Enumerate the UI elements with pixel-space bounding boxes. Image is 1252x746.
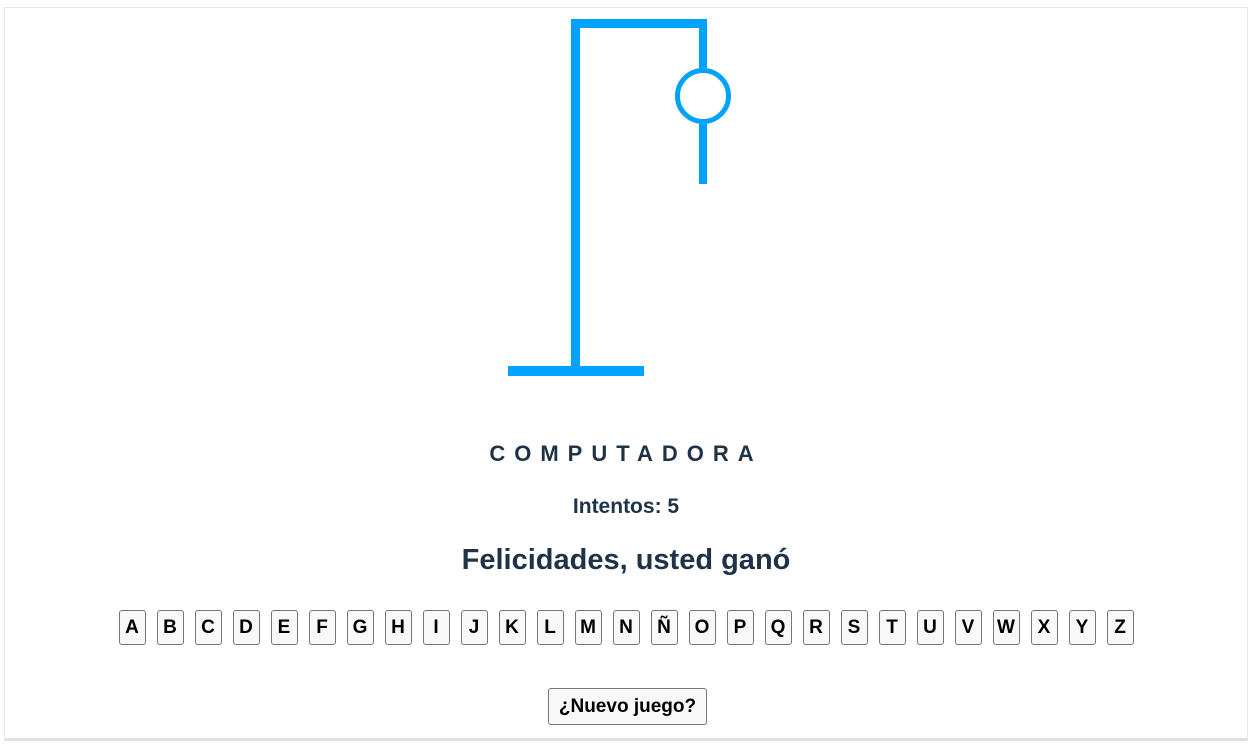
gallows-rope [699,19,707,71]
letter-button[interactable]: X [1030,610,1058,645]
hangman-head [675,68,731,124]
letter-button[interactable]: P [726,610,754,645]
attempts-value: 5 [667,495,680,518]
letter-button[interactable]: G [346,610,374,645]
letter-keyboard: ABCDEFGHIJKLMNÑOPQRSTUVWXYZ [0,610,1252,645]
letter-button[interactable]: Z [1106,610,1134,645]
letter-button[interactable]: A [118,610,146,645]
letter-button[interactable]: R [802,610,830,645]
letter-button[interactable]: Ñ [650,610,678,645]
letter-button[interactable]: C [194,610,222,645]
word-display: COMPUTADORA [489,441,763,466]
letter-button[interactable]: V [954,610,982,645]
letter-button[interactable]: Q [764,610,792,645]
letter-button[interactable]: K [498,610,526,645]
attempts-label: Intentos: [572,495,662,518]
gallows-pole [571,19,580,371]
gallows-beam [571,19,707,28]
letter-button[interactable]: I [422,610,450,645]
new-game-button[interactable]: ¿Nuevo juego? [548,688,707,725]
letter-button[interactable]: O [688,610,716,645]
letter-button[interactable]: B [156,610,184,645]
letter-button[interactable]: F [308,610,336,645]
letter-button[interactable]: Y [1068,610,1096,645]
letter-button[interactable]: H [384,610,412,645]
letter-button[interactable]: W [992,610,1020,645]
letter-button[interactable]: S [840,610,868,645]
letter-button[interactable]: M [574,610,602,645]
attempts-counter: Intentos: 5 [0,495,1252,519]
hangman-body [699,122,707,184]
hangman-drawing [508,19,731,376]
letter-button[interactable]: J [460,610,488,645]
letter-button[interactable]: L [536,610,564,645]
status-message: Felicidades, usted ganó [461,544,791,576]
letter-button[interactable]: T [878,610,906,645]
letter-button[interactable]: D [232,610,260,645]
letter-button[interactable]: E [270,610,298,645]
letter-button[interactable]: U [916,610,944,645]
letter-button[interactable]: N [612,610,640,645]
